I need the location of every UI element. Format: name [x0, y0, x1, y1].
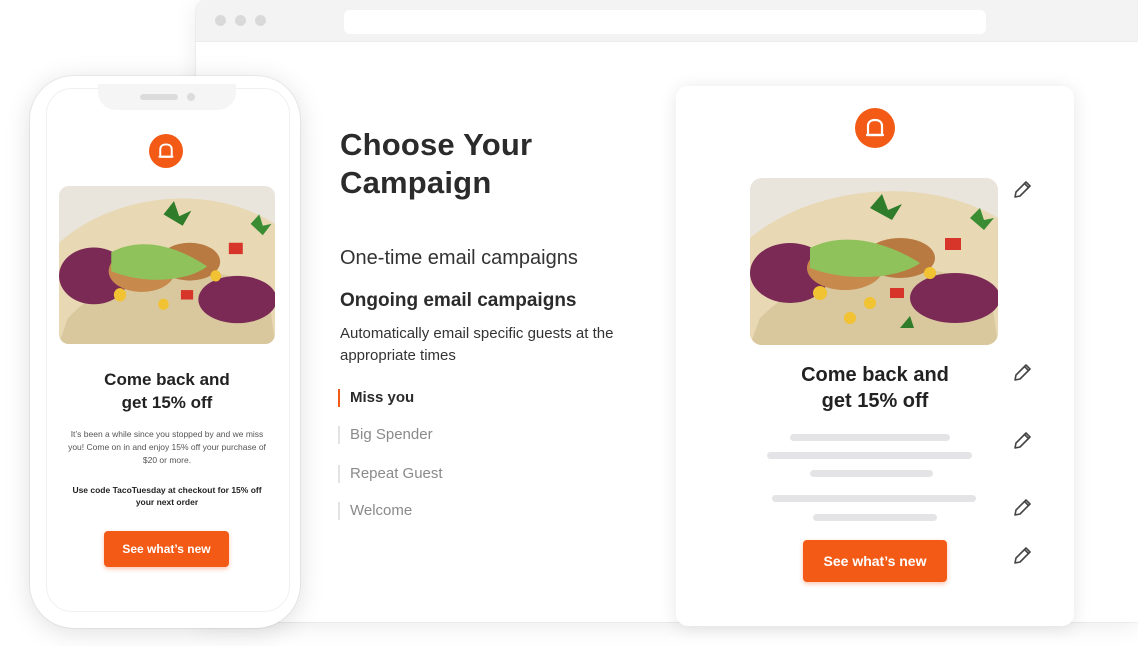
see-whats-new-button[interactable]: See what’s new — [803, 540, 947, 582]
campaign-item-big-spender[interactable]: Big Spender — [338, 426, 433, 444]
window-minimize-dot[interactable] — [235, 15, 246, 26]
restaurant-logo-icon — [855, 108, 895, 148]
body-placeholder-line — [790, 434, 950, 441]
restaurant-logo-icon — [149, 134, 183, 168]
body-placeholder-line — [810, 470, 933, 477]
promo-code: TacoTuesday — [112, 485, 166, 495]
campaign-item-repeat-guest[interactable]: Repeat Guest — [338, 465, 443, 483]
campaign-item-miss-you[interactable]: Miss you — [338, 389, 414, 407]
taco-photo — [59, 186, 275, 344]
window-maximize-dot[interactable] — [255, 15, 266, 26]
phone-speaker — [140, 94, 178, 100]
ongoing-campaigns-description: Automatically email specific guests at t… — [340, 325, 614, 364]
campaign-item-welcome[interactable]: Welcome — [338, 502, 412, 520]
pencil-icon[interactable] — [1011, 430, 1033, 452]
address-bar[interactable] — [344, 10, 986, 34]
pencil-icon[interactable] — [1011, 545, 1033, 567]
phone-see-whats-new-button[interactable]: See what’s new — [104, 531, 229, 567]
taco-photo[interactable] — [750, 178, 998, 345]
phone-email-headline: Come back and get 15% off — [104, 370, 230, 412]
phone-email-promo-code: Use code TacoTuesday at checkout for 15%… — [72, 485, 262, 507]
browser-toolbar — [196, 0, 1138, 42]
pencil-icon[interactable] — [1011, 179, 1033, 201]
pencil-icon[interactable] — [1011, 362, 1033, 384]
onetime-campaigns-option[interactable]: One-time email campaigns — [340, 247, 578, 270]
ongoing-campaigns-option[interactable]: Ongoing email campaigns — [340, 290, 577, 312]
phone-email-body: It’s been a while since you stopped by a… — [68, 429, 266, 465]
body-placeholder-line — [813, 514, 937, 521]
email-headline[interactable]: Come back and get 15% off — [760, 362, 990, 414]
pencil-icon[interactable] — [1011, 497, 1033, 519]
window-close-dot[interactable] — [215, 15, 226, 26]
phone-camera — [187, 93, 195, 101]
body-placeholder-line — [767, 452, 972, 459]
body-placeholder-line — [772, 495, 976, 502]
page-title: Choose Your Campaign — [340, 127, 533, 200]
